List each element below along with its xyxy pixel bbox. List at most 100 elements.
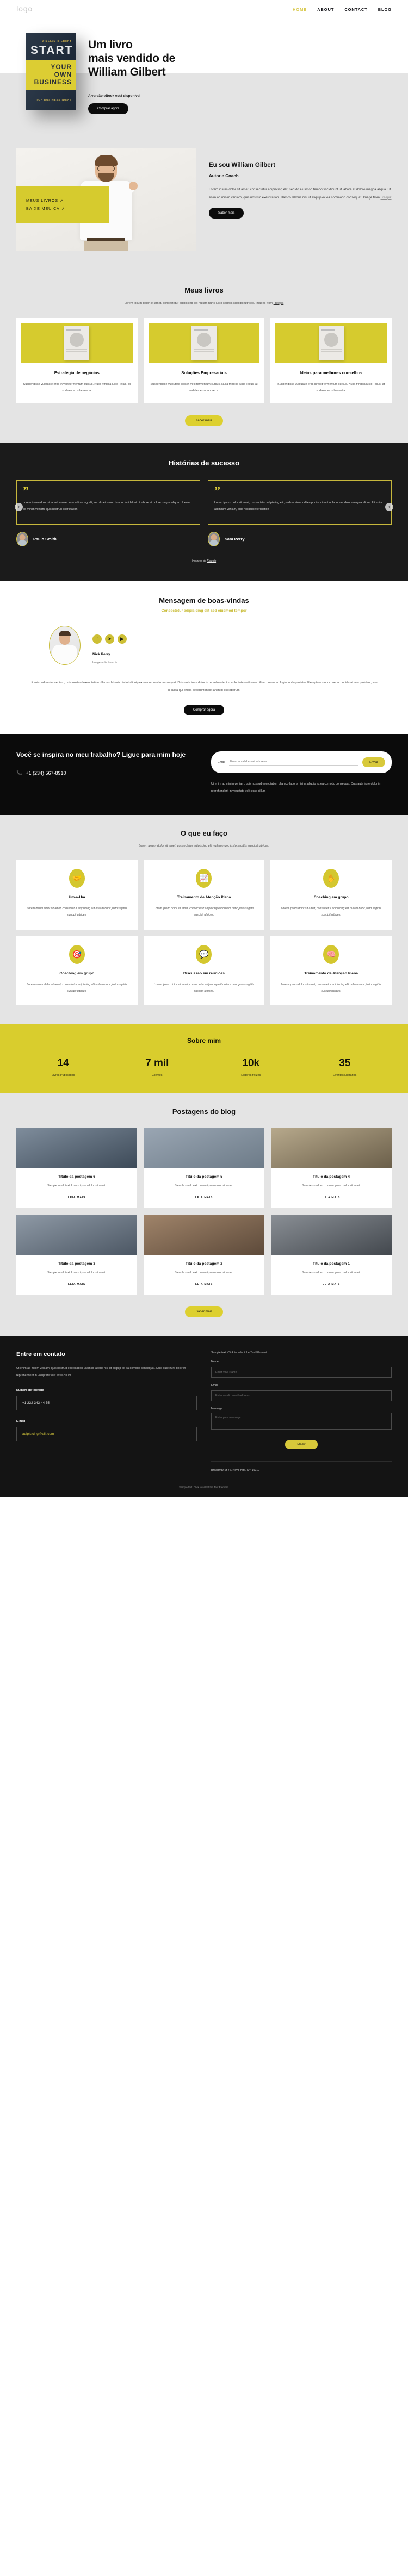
book-card-image (21, 323, 133, 364)
service-title: Um-a-Um (69, 895, 85, 899)
blog-card[interactable]: Título da postagem 5 Sample small text. … (144, 1128, 264, 1208)
blog-card[interactable]: Título da postagem 6 Sample small text. … (16, 1128, 137, 1208)
facebook-icon[interactable]: f (92, 634, 102, 644)
welcome-section: Mensagem de boas-vindas Consectetur adip… (0, 581, 408, 734)
service-title: Discussão em reuniões (183, 971, 225, 975)
blog-title: Postagens do blog (172, 1107, 236, 1116)
service-title: Coaching em grupo (59, 971, 95, 975)
books-subtitle-text: Lorem ipsum dolor sit amet, consectetur … (124, 301, 274, 305)
blog-card[interactable]: Título da postagem 4 Sample small text. … (271, 1128, 392, 1208)
welcome-buy-button[interactable]: Comprar agora (183, 704, 225, 715)
services-grid: 🤝 Um-a-Um Lorem ipsum dolor sit amet, co… (16, 859, 392, 1006)
nav-item-about[interactable]: ABOUT (317, 7, 334, 12)
telegram-icon[interactable]: ➤ (105, 634, 114, 644)
footer-name-input[interactable] (211, 1367, 392, 1378)
footer-message-input[interactable] (211, 1413, 392, 1430)
books-credit-link[interactable]: Freepik (274, 302, 284, 305)
service-card[interactable]: 💬 Discussão em reuniões Lorem ipsum dolo… (143, 935, 265, 1006)
carousel-next-icon[interactable]: › (385, 502, 393, 511)
service-text: Lorem ipsum dolor sit amet, consectetur … (153, 982, 255, 993)
service-card[interactable]: 🤝 Um-a-Um Lorem ipsum dolor sit amet, co… (16, 859, 138, 930)
footer-phone-value[interactable]: +1 232 343 44 55 (16, 1396, 197, 1411)
footer-field-name: Name (211, 1360, 392, 1378)
carousel-prev-icon[interactable]: ‹ (15, 502, 23, 511)
services-title: O que eu faço (181, 829, 227, 837)
testimonials-title: Histórias de sucesso (168, 458, 240, 467)
nav-item-blog[interactable]: BLOG (378, 7, 392, 12)
blog-more-button[interactable]: Saber mais (184, 1306, 224, 1318)
footer-email-value[interactable]: adipisicing@elit.com (16, 1427, 197, 1442)
learn-more-button[interactable]: Saber mais (209, 207, 244, 219)
blog-read-more[interactable]: LEIA MAIS (16, 1196, 137, 1199)
stat-number: 10k (242, 1057, 260, 1069)
service-card[interactable]: 🧠 Treinamento de Atenção Plena Lorem ips… (270, 935, 392, 1006)
send-button[interactable]: Enviar (362, 757, 385, 767)
blog-card-text: Sample small text. Lorem ipsum dolor sit… (302, 1271, 361, 1274)
testimonials-credit-link[interactable]: Freepik (207, 559, 216, 563)
nav-item-home[interactable]: HOME (293, 7, 307, 12)
buy-now-button[interactable]: Comprar agora (88, 103, 129, 114)
blog-read-more[interactable]: LEIA MAIS (144, 1196, 264, 1199)
blog-card-text: Sample small text. Lorem ipsum dolor sit… (302, 1184, 361, 1188)
blog-card[interactable]: Título da postagem 2 Sample small text. … (144, 1214, 264, 1295)
books-subtitle: Lorem ipsum dolor sit amet, consectetur … (16, 300, 392, 307)
service-card[interactable]: ✋ Coaching em grupo Lorem ipsum dolor si… (270, 859, 392, 930)
contact-cta-section: Você se inspira no meu trabalho? Ligue p… (0, 733, 408, 815)
footer-send-button[interactable]: Enviar (285, 1440, 318, 1450)
stat-label: Livros Publicados (52, 1074, 75, 1078)
target-icon: 🎯 (69, 944, 85, 964)
testimonial-text: Lorem ipsum dolor sit amet, consectetur … (214, 501, 382, 511)
service-card[interactable]: 🎯 Coaching em grupo Lorem ipsum dolor si… (16, 935, 138, 1006)
blog-read-more[interactable]: LEIA MAIS (271, 1196, 392, 1199)
blog-card[interactable]: Título da postagem 1 Sample small text. … (271, 1214, 392, 1295)
testimonials-credit: Imagens de Freepik (16, 559, 392, 563)
link-my-books[interactable]: MEUS LIVROS ↗ (26, 198, 99, 203)
welcome-avatar (49, 625, 81, 665)
footer-phone-label: Número de telefone (16, 1389, 44, 1392)
book-card[interactable]: Estratégia de negócios Suspendisse vulpu… (16, 318, 138, 403)
social-links: f ➤ ▶ (92, 634, 127, 644)
footer-title: Entre em contato (16, 1351, 65, 1358)
site-logo[interactable]: logo (16, 5, 33, 14)
stat-label: Clientes (152, 1074, 163, 1078)
books-title: Meus livros (184, 285, 224, 294)
blog-card-title: Título da postagem 2 (186, 1261, 222, 1266)
handshake-icon: 🤝 (69, 868, 85, 888)
blog-card-title: Título da postagem 1 (313, 1261, 350, 1266)
blog-read-more[interactable]: LEIA MAIS (271, 1283, 392, 1286)
quote-icon: ” (23, 483, 29, 497)
book-card[interactable]: Soluções Empresariais Suspendisse vulput… (143, 318, 265, 403)
hand-icon: ✋ (323, 868, 339, 888)
welcome-credit-link[interactable]: Freepik (108, 661, 118, 664)
footer-phone-block: Número de telefone +1 232 343 44 55 (16, 1389, 197, 1411)
nav-item-contact[interactable]: CONTACT (344, 7, 367, 12)
page-root: logo HOME ABOUT CONTACT BLOG WILLIAM GIL… (0, 0, 408, 1498)
cta-phone[interactable]: 📞 +1 (234) 567-8910 (16, 770, 197, 776)
service-card[interactable]: 📈 Treinamento de Atenção Plena Lorem ips… (143, 859, 265, 930)
about-role: Autor e Coach (209, 173, 239, 178)
welcome-title: Mensagem de boas-vindas (159, 596, 249, 605)
testimonial-card: ” Lorem ipsum dolor sit amet, consectetu… (16, 480, 200, 546)
stat-number: 14 (57, 1057, 69, 1069)
hero-heading-line3: William Gilbert (88, 66, 166, 79)
books-more-button[interactable]: saber mais (185, 415, 223, 426)
youtube-icon[interactable]: ▶ (118, 634, 127, 644)
blog-card[interactable]: Título da postagem 3 Sample small text. … (16, 1214, 137, 1295)
about-body-text: Lorem ipsum dolor sit amet, consectetur … (209, 188, 391, 200)
about-links-box: MEUS LIVROS ↗ BAIXE MEU CV ↗ (16, 185, 109, 223)
hero-heading-line2: mais vendido de (88, 52, 176, 65)
book-card[interactable]: Ideias para melhores conselhos Suspendis… (270, 318, 392, 403)
service-text: Lorem ipsum dolor sit amet, consectetur … (153, 906, 255, 917)
blog-read-more[interactable]: LEIA MAIS (16, 1283, 137, 1286)
about-title: Eu sou William Gilbert (209, 161, 275, 169)
footer-email-input[interactable] (211, 1390, 392, 1402)
testimonial-name: Paulo Smith (33, 536, 57, 542)
blog-read-more[interactable]: LEIA MAIS (144, 1283, 264, 1286)
link-download-cv[interactable]: BAIXE MEU CV ↗ (26, 206, 99, 211)
about-credit-link[interactable]: Freepik (380, 196, 391, 200)
blog-card-text: Sample small text. Lorem ipsum dolor sit… (47, 1271, 106, 1274)
subscribe-form: Email Enviar (211, 751, 392, 773)
email-input[interactable] (229, 758, 359, 766)
blog-card-text: Sample small text. Lorem ipsum dolor sit… (175, 1271, 233, 1274)
stat-item: 10k Leitores felizes (204, 1057, 298, 1077)
